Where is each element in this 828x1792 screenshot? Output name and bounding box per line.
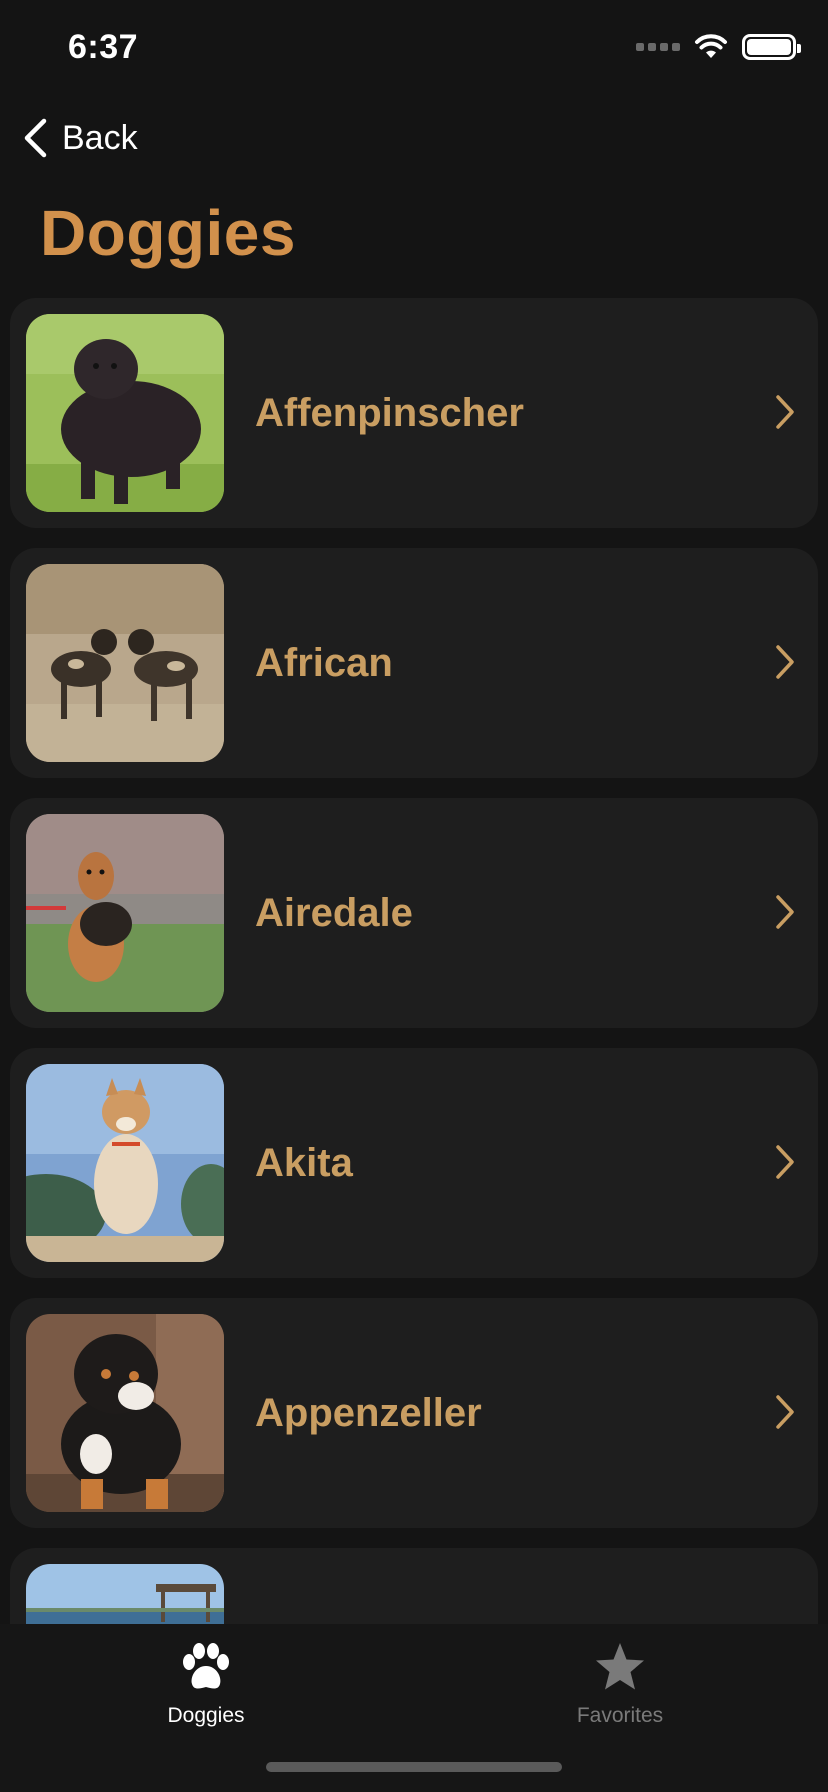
breed-name: Airedale xyxy=(255,891,413,935)
back-button[interactable]: Back xyxy=(22,118,138,158)
paw-icon xyxy=(183,1643,229,1689)
wifi-icon xyxy=(695,34,727,58)
chevron-left-icon xyxy=(24,118,47,158)
breed-photo xyxy=(26,314,224,512)
status-icons xyxy=(636,34,801,60)
chevron-right-icon xyxy=(776,1395,794,1429)
tab-label: Doggies xyxy=(167,1704,245,1727)
breed-photo xyxy=(26,814,224,1012)
chevron-right-icon xyxy=(776,395,794,429)
page-title: Doggies xyxy=(40,197,296,269)
app-screen: 6:37 Back Doggies Affenpinscher African … xyxy=(0,0,828,1792)
list-item-akita[interactable]: Akita xyxy=(10,1048,818,1278)
chevron-right-icon xyxy=(776,645,794,679)
list-item-affenpinscher[interactable]: Affenpinscher xyxy=(10,298,818,528)
tab-label: Favorites xyxy=(576,1704,664,1727)
breed-photo xyxy=(26,1314,224,1512)
cellular-signal-icon xyxy=(636,43,680,51)
status-time: 6:37 xyxy=(68,28,139,66)
breed-photo xyxy=(26,564,224,762)
breed-name: Affenpinscher xyxy=(255,391,524,435)
breed-photo xyxy=(26,1564,224,1624)
tab-favorites[interactable]: Favorites xyxy=(520,1634,720,1754)
tab-doggies[interactable]: Doggies xyxy=(106,1634,306,1754)
battery-icon xyxy=(742,34,801,60)
breed-photo xyxy=(26,1064,224,1262)
back-label: Back xyxy=(62,118,138,157)
breed-name: Akita xyxy=(255,1141,353,1185)
chevron-right-icon xyxy=(776,1145,794,1179)
star-icon xyxy=(596,1643,644,1690)
list-item-african[interactable]: African xyxy=(10,548,818,778)
chevron-right-icon xyxy=(776,895,794,929)
breed-list[interactable]: Affenpinscher African Airedale Akita App… xyxy=(10,298,818,1624)
list-item-airedale[interactable]: Airedale xyxy=(10,798,818,1028)
status-bar: 6:37 xyxy=(0,0,828,100)
list-item-partial[interactable] xyxy=(10,1548,818,1624)
breed-name: Appenzeller xyxy=(255,1391,482,1435)
home-indicator xyxy=(266,1762,562,1772)
list-item-appenzeller[interactable]: Appenzeller xyxy=(10,1298,818,1528)
breed-name: African xyxy=(255,641,393,685)
